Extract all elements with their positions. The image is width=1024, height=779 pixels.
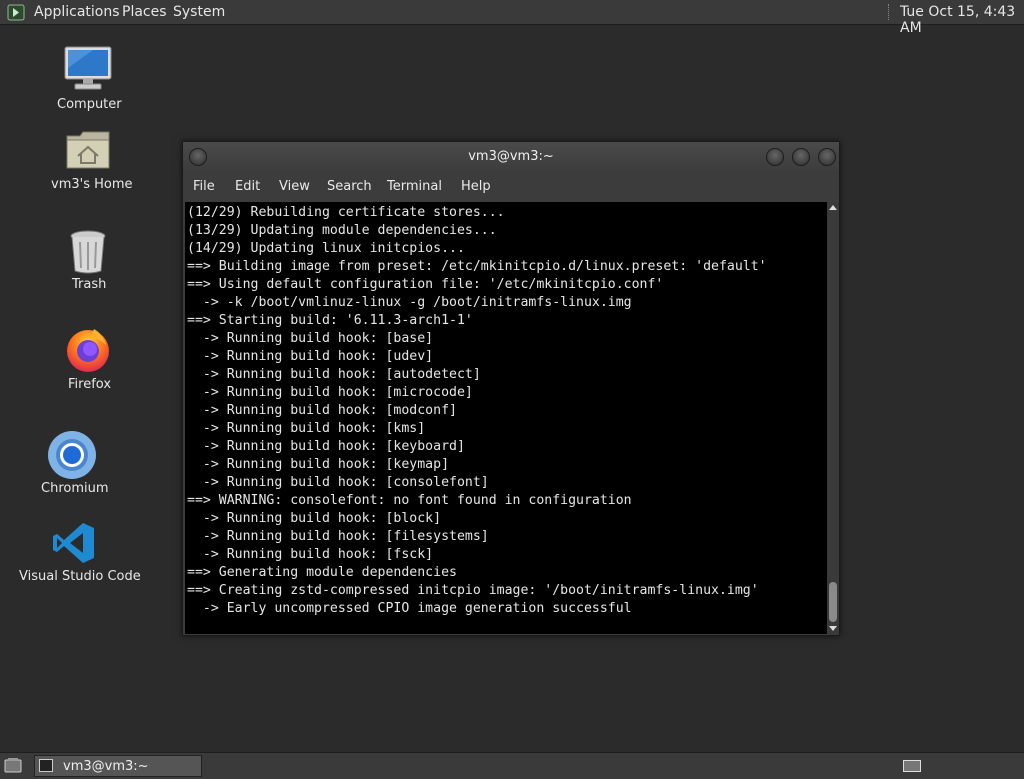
chromium-icon — [48, 431, 96, 479]
terminal-line: -> Early uncompressed CPIO image generat… — [187, 601, 632, 616]
terminal-line: (12/29) Rebuilding certificate stores... — [187, 205, 505, 220]
terminal-line: -> Running build hook: [keyboard] — [187, 439, 465, 454]
menu-terminal[interactable]: Terminal — [387, 179, 442, 194]
terminal-line: -> Running build hook: [keymap] — [187, 457, 450, 472]
scroll-down-icon[interactable] — [829, 626, 837, 631]
firefox-icon — [67, 329, 109, 372]
terminal-line: ==> Creating zstd-compressed initcpio im… — [187, 583, 759, 598]
desktop-icon-label: Firefox — [68, 377, 112, 392]
main-menu-icon[interactable] — [7, 4, 25, 21]
terminal-line: (13/29) Updating module dependencies... — [187, 223, 497, 238]
terminal-line: (14/29) Updating linux initcpios... — [187, 241, 465, 256]
terminal-scrollbar[interactable] — [827, 202, 839, 634]
menu-file[interactable]: File — [193, 179, 215, 194]
terminal-line: -> Running build hook: [filesystems] — [187, 529, 489, 544]
terminal-line: ==> Building image from preset: /etc/mki… — [187, 259, 767, 274]
terminal-text: (12/29) Rebuilding certificate stores...… — [185, 202, 827, 618]
terminal-output[interactable]: (12/29) Rebuilding certificate stores...… — [185, 202, 827, 634]
desktop-icon-label: Chromium — [41, 481, 109, 496]
terminal-window[interactable]: vm3@vm3:~ File Edit View Search Terminal… — [182, 141, 840, 636]
menu-help[interactable]: Help — [461, 179, 491, 194]
terminal-line: -> Running build hook: [fsck] — [187, 547, 434, 562]
terminal-line: -> Running build hook: [block] — [187, 511, 442, 526]
terminal-line: -> Running build hook: [microcode] — [187, 385, 473, 400]
panel-separator — [888, 4, 891, 20]
terminal-line: -> -k /boot/vmlinuz-linux -g /boot/initr… — [187, 295, 632, 310]
workspace-switcher[interactable] — [903, 760, 921, 772]
places-menu[interactable]: Places — [122, 4, 167, 20]
terminal-line: ==> WARNING: consolefont: no font found … — [187, 493, 632, 508]
menu-edit[interactable]: Edit — [235, 179, 260, 194]
taskbar-item-terminal[interactable]: vm3@vm3:~ — [34, 755, 202, 777]
terminal-line: -> Running build hook: [consolefont] — [187, 475, 489, 490]
terminal-line: -> Running build hook: [autodetect] — [187, 367, 481, 382]
terminal-line: ==> Starting build: '6.11.3-arch1-1' — [187, 313, 473, 328]
show-desktop-icon[interactable] — [4, 757, 22, 773]
applications-menu[interactable]: Applications — [34, 4, 120, 20]
desktop-icon-label: Computer — [57, 97, 122, 112]
top-panel: Applications Places System Tue Oct 15, 4… — [0, 0, 1024, 36]
menu-view[interactable]: View — [279, 179, 310, 194]
terminal-line: -> Running build hook: [kms] — [187, 421, 426, 436]
terminal-line: ==> Generating module dependencies — [187, 565, 457, 580]
scroll-up-icon[interactable] — [829, 205, 837, 210]
vscode-icon — [53, 523, 94, 563]
terminal-line: -> Running build hook: [base] — [187, 331, 434, 346]
terminal-line: -> Running build hook: [udev] — [187, 349, 434, 364]
menu-search[interactable]: Search — [327, 179, 372, 194]
terminal-icon — [39, 759, 53, 772]
scroll-thumb[interactable] — [829, 582, 837, 622]
window-title: vm3@vm3:~ — [468, 149, 554, 164]
terminal-line: ==> Using default configuration file: '/… — [187, 277, 664, 292]
terminal-menubar: File Edit View Search Terminal Help — [183, 173, 839, 201]
minimize-button[interactable] — [766, 148, 784, 166]
desktop-icon-label: Visual Studio Code — [19, 569, 141, 584]
maximize-button[interactable] — [792, 148, 810, 166]
clock[interactable]: Tue Oct 15, 4:43 AM — [900, 4, 1024, 36]
desktop-icon-label: vm3's Home — [51, 177, 133, 192]
trash-icon — [70, 230, 106, 274]
taskbar-item-label: vm3@vm3:~ — [63, 759, 149, 774]
computer-icon — [64, 46, 112, 90]
close-button[interactable] — [818, 148, 836, 166]
bottom-panel: vm3@vm3:~ — [0, 752, 1024, 779]
desktop-icon-label: Trash — [72, 277, 107, 292]
terminal-line: -> Running build hook: [modconf] — [187, 403, 457, 418]
window-titlebar[interactable]: vm3@vm3:~ — [183, 142, 839, 172]
home-folder-icon — [66, 131, 110, 169]
system-menu[interactable]: System — [173, 4, 225, 20]
